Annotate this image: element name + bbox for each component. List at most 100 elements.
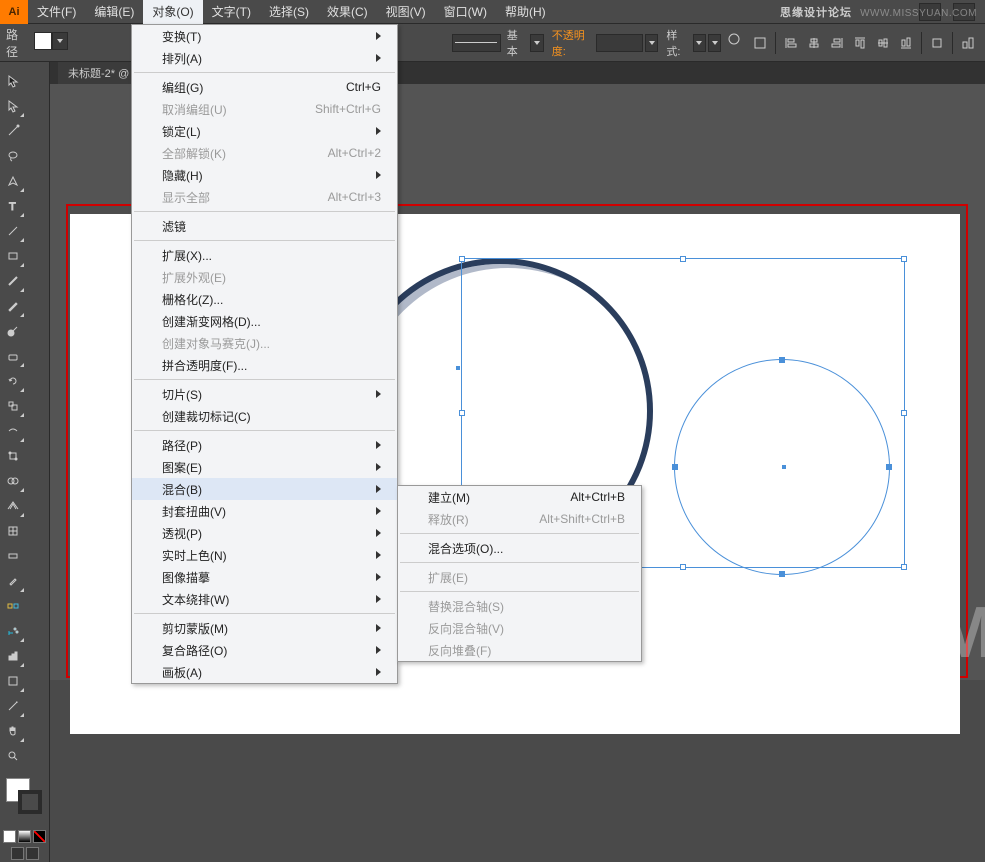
line-tool[interactable] bbox=[0, 218, 25, 243]
eyedropper-tool[interactable] bbox=[0, 568, 25, 593]
align-hcenter-icon[interactable] bbox=[803, 32, 825, 54]
stroke-dd[interactable] bbox=[530, 34, 543, 52]
gradient-tool[interactable] bbox=[0, 543, 25, 568]
blob-brush-tool[interactable] bbox=[0, 318, 25, 343]
menu-item[interactable]: 图案(E) bbox=[132, 456, 397, 478]
menu-item[interactable]: 实时上色(N) bbox=[132, 544, 397, 566]
selection-tool[interactable] bbox=[0, 68, 25, 93]
brush-tool[interactable] bbox=[0, 268, 25, 293]
hand-tool[interactable] bbox=[0, 718, 25, 743]
eraser-tool[interactable] bbox=[0, 343, 25, 368]
pencil-tool[interactable] bbox=[0, 293, 25, 318]
brand-url: WWW.MISSYUAN.COM bbox=[860, 8, 977, 19]
artboard-tool[interactable] bbox=[0, 668, 25, 693]
toolbox: T bbox=[0, 62, 50, 862]
shape-builder-tool[interactable] bbox=[0, 468, 25, 493]
object-menu-dropdown: 变换(T)排列(A)编组(G)Ctrl+G取消编组(U)Shift+Ctrl+G… bbox=[131, 24, 398, 684]
menu-item: 全部解锁(K)Alt+Ctrl+2 bbox=[132, 142, 397, 164]
menu-help[interactable]: 帮助(H) bbox=[496, 0, 555, 24]
type-tool[interactable]: T bbox=[0, 193, 25, 218]
align-bottom-icon[interactable] bbox=[895, 32, 917, 54]
align-doc-icon[interactable] bbox=[749, 32, 771, 54]
menu-item[interactable]: 透视(P) bbox=[132, 522, 397, 544]
menu-item[interactable]: 混合(B) bbox=[132, 478, 397, 500]
watermark-brand: 思缘设计论坛 WWW.MISSYUAN.COM bbox=[780, 4, 977, 20]
pen-tool[interactable] bbox=[0, 168, 25, 193]
zoom-tool[interactable] bbox=[0, 743, 25, 768]
submenu-item: 替换混合轴(S) bbox=[398, 595, 641, 617]
menu-item[interactable]: 隐藏(H) bbox=[132, 164, 397, 186]
svg-text:T: T bbox=[9, 201, 16, 213]
menu-item[interactable]: 锁定(L) bbox=[132, 120, 397, 142]
brand-name: 思缘设计论坛 bbox=[780, 7, 852, 19]
rectangle-tool[interactable] bbox=[0, 243, 25, 268]
menu-effect[interactable]: 效果(C) bbox=[318, 0, 377, 24]
menu-item[interactable]: 创建渐变网格(D)... bbox=[132, 310, 397, 332]
menu-view[interactable]: 视图(V) bbox=[377, 0, 435, 24]
document-tab[interactable]: 未标题-2* @ bbox=[58, 62, 139, 84]
lasso-tool[interactable] bbox=[0, 143, 25, 168]
menu-item[interactable]: 切片(S) bbox=[132, 383, 397, 405]
blend-tool[interactable] bbox=[0, 593, 25, 618]
symbol-sprayer-tool[interactable] bbox=[0, 618, 25, 643]
menu-item[interactable]: 编组(G)Ctrl+G bbox=[132, 76, 397, 98]
column-graph-tool[interactable] bbox=[0, 643, 25, 668]
direct-selection-tool[interactable] bbox=[0, 93, 25, 118]
menu-item[interactable]: 拼合透明度(F)... bbox=[132, 354, 397, 376]
opacity-input[interactable] bbox=[596, 34, 643, 52]
stroke-preview[interactable] bbox=[452, 34, 501, 52]
menu-item[interactable]: 复合路径(O) bbox=[132, 639, 397, 661]
submenu-item: 释放(R)Alt+Shift+Ctrl+B bbox=[398, 508, 641, 530]
menu-item: 扩展外观(E) bbox=[132, 266, 397, 288]
fill-stroke-swatch[interactable] bbox=[34, 30, 38, 56]
document-tab-label: 未标题-2* @ bbox=[68, 68, 129, 80]
menu-item[interactable]: 滤镜 bbox=[132, 215, 397, 237]
menu-item[interactable]: 扩展(X)... bbox=[132, 244, 397, 266]
path-label: 路径 bbox=[6, 26, 18, 60]
width-tool[interactable] bbox=[0, 418, 25, 443]
menu-type[interactable]: 文字(T) bbox=[203, 0, 260, 24]
scale-tool[interactable] bbox=[0, 393, 25, 418]
align-top-icon[interactable] bbox=[849, 32, 871, 54]
mesh-tool[interactable] bbox=[0, 518, 25, 543]
menu-object[interactable]: 对象(O) bbox=[143, 0, 202, 24]
style-dd2[interactable] bbox=[708, 34, 721, 52]
opacity-dd[interactable] bbox=[645, 34, 658, 52]
screen-mode-row[interactable] bbox=[0, 845, 49, 862]
magic-wand-tool[interactable] bbox=[0, 118, 25, 143]
menu-item[interactable]: 剪切蒙版(M) bbox=[132, 617, 397, 639]
menu-item[interactable]: 栅格化(Z)... bbox=[132, 288, 397, 310]
transform-panel-icon[interactable] bbox=[926, 32, 948, 54]
menu-item: 创建对象马赛克(J)... bbox=[132, 332, 397, 354]
menu-item[interactable]: 图像描摹 bbox=[132, 566, 397, 588]
submenu-item[interactable]: 混合选项(O)... bbox=[398, 537, 641, 559]
slice-tool[interactable] bbox=[0, 693, 25, 718]
align-left-icon[interactable] bbox=[780, 32, 802, 54]
perspective-grid-tool[interactable] bbox=[0, 493, 25, 518]
menu-select[interactable]: 选择(S) bbox=[260, 0, 318, 24]
menu-item[interactable]: 封套扭曲(V) bbox=[132, 500, 397, 522]
color-mode-row[interactable] bbox=[0, 828, 49, 845]
rotate-tool[interactable] bbox=[0, 368, 25, 393]
menu-item[interactable]: 排列(A) bbox=[132, 47, 397, 69]
menu-item[interactable]: 路径(P) bbox=[132, 434, 397, 456]
recolor-icon[interactable] bbox=[727, 32, 745, 54]
menu-edit[interactable]: 编辑(E) bbox=[85, 0, 143, 24]
style-label: 样式: bbox=[666, 27, 686, 59]
style-dd[interactable] bbox=[693, 34, 706, 52]
menu-file[interactable]: 文件(F) bbox=[28, 0, 85, 24]
fill-stroke-control[interactable] bbox=[0, 774, 49, 828]
free-transform-tool[interactable] bbox=[0, 443, 25, 468]
isolate-icon[interactable] bbox=[957, 32, 979, 54]
submenu-item[interactable]: 建立(M)Alt+Ctrl+B bbox=[398, 486, 641, 508]
menu-item[interactable]: 文本绕排(W) bbox=[132, 588, 397, 610]
align-vcenter-icon[interactable] bbox=[872, 32, 894, 54]
menu-item[interactable]: 变换(T) bbox=[132, 25, 397, 47]
watermark-text: DM bbox=[887, 592, 985, 674]
menu-window[interactable]: 窗口(W) bbox=[435, 0, 496, 24]
menu-item[interactable]: 创建裁切标记(C) bbox=[132, 405, 397, 427]
submenu-item: 扩展(E) bbox=[398, 566, 641, 588]
align-right-icon[interactable] bbox=[826, 32, 848, 54]
stroke-style-label: 基本 bbox=[507, 27, 525, 59]
app-badge: Ai bbox=[0, 0, 28, 24]
